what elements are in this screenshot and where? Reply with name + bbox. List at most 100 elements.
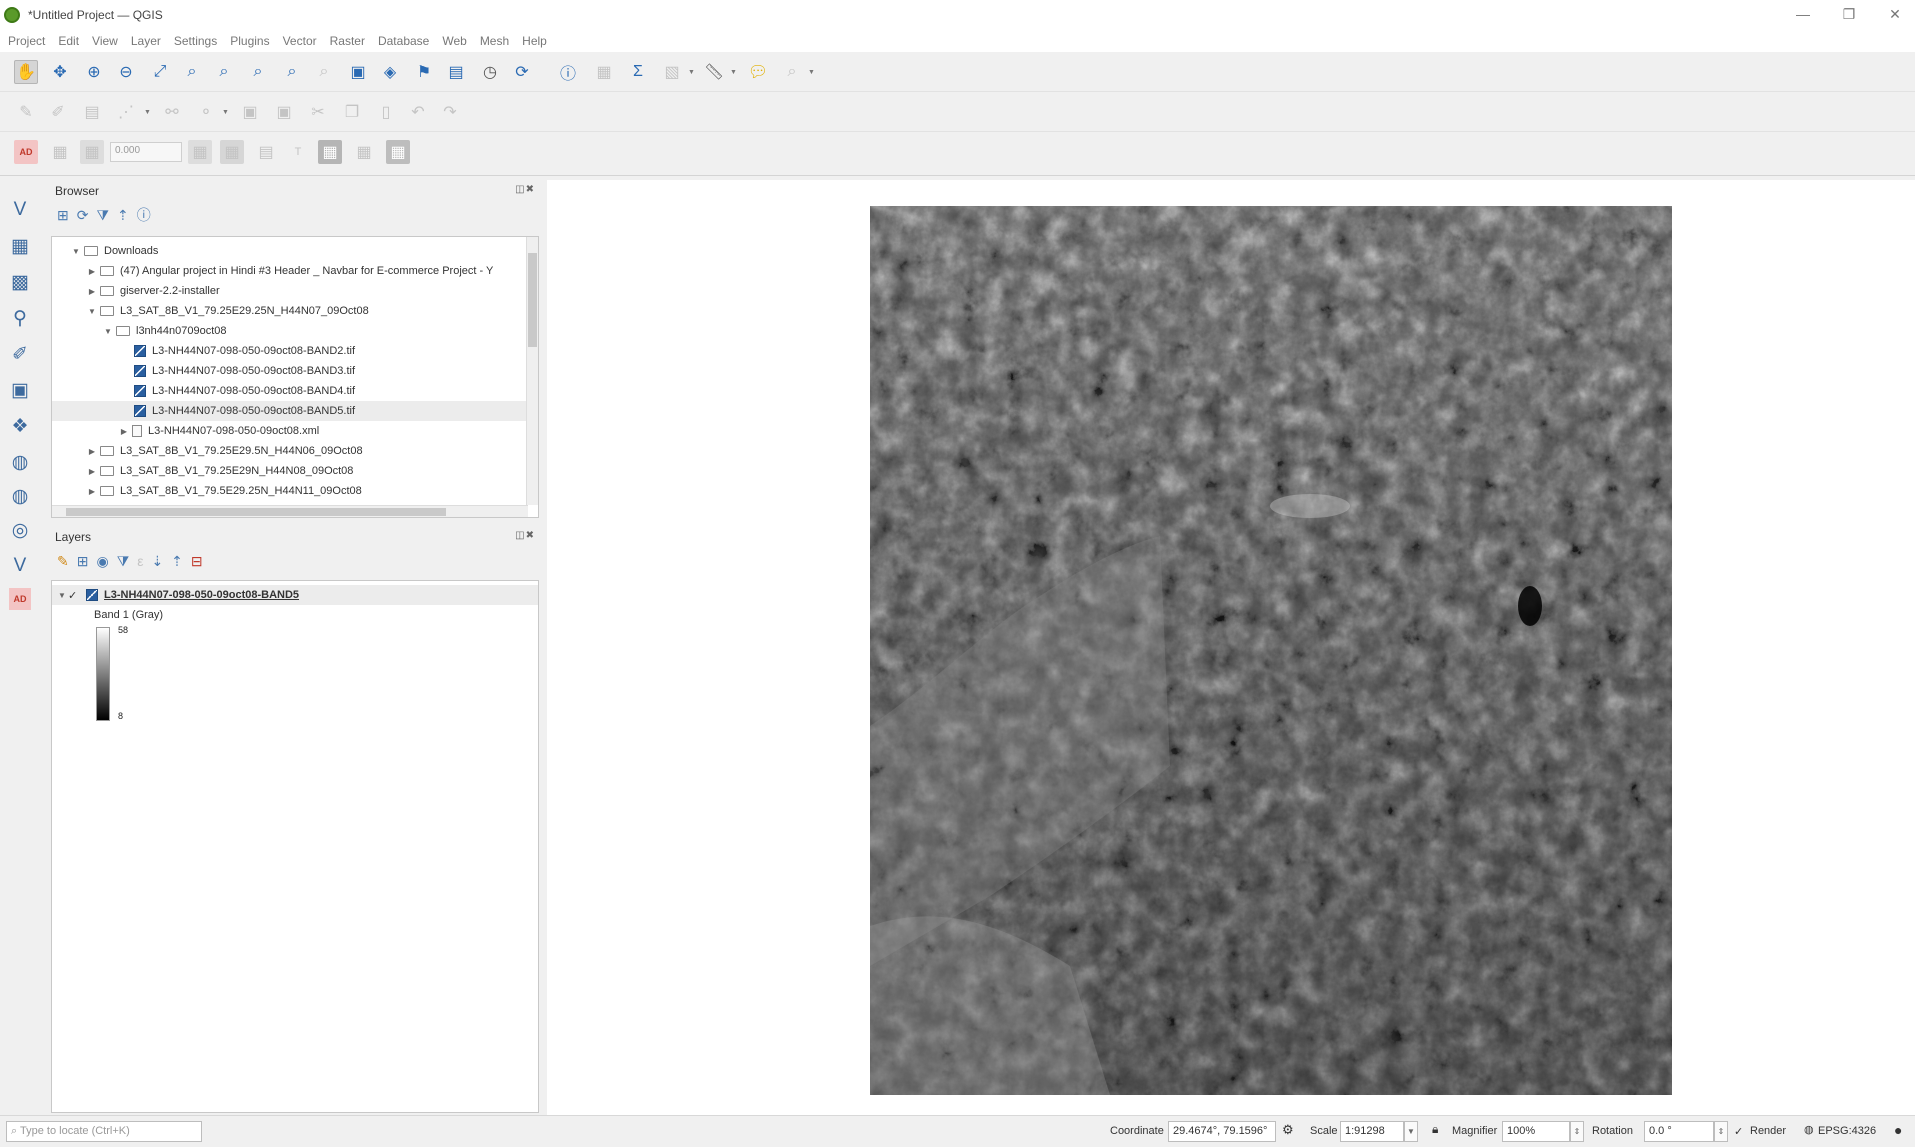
scrollbar-thumb[interactable] — [528, 253, 537, 347]
layer-name[interactable]: L3-NH44N07-098-050-09oct08-BAND5 — [104, 589, 299, 601]
minimize-button[interactable]: — — [1788, 6, 1818, 22]
zoom-rubberband-icon[interactable]: ⤢ — [148, 60, 172, 84]
tree-item-h44n11-folder[interactable]: ▶ L3_SAT_8B_V1_79.5E29.25N_H44N11_09Oct08 — [52, 481, 538, 501]
tree-item-band3[interactable]: L3-NH44N07-098-050-09oct08-BAND3.tif — [52, 361, 538, 381]
chevron-down-icon[interactable]: ▼ — [808, 69, 815, 76]
tree-item-xml-metadata[interactable]: ▶ L3-NH44N07-098-050-09oct08.xml — [52, 421, 538, 441]
layer-visibility-checkbox[interactable]: ✓ — [68, 589, 80, 602]
tree-item-geoserver-installer[interactable]: ▶ giserver-2.2-installer — [52, 281, 538, 301]
crs-globe-icon[interactable]: ◍ — [1804, 1123, 1814, 1136]
add-selected-layers-icon[interactable]: ⊞ — [57, 207, 69, 224]
manage-map-themes-icon[interactable]: ◉ — [96, 553, 108, 570]
menu-raster[interactable]: Raster — [330, 34, 365, 48]
scissors-icon[interactable]: ✂ — [306, 100, 330, 124]
zoom-full-icon[interactable]: ⌕ — [180, 60, 204, 84]
temporal-clock-icon[interactable]: ◷ — [478, 60, 502, 84]
cut-features-icon[interactable]: ▣ — [272, 100, 296, 124]
map-canvas[interactable] — [547, 180, 1915, 1115]
properties-info-icon[interactable]: ⓘ — [137, 205, 151, 225]
lock-scale-icon[interactable]: 🔒︎ — [1432, 1122, 1438, 1137]
menu-view[interactable]: View — [92, 34, 118, 48]
expand-arrow-icon[interactable]: ▼ — [102, 327, 114, 336]
tree-item-h44n06-folder[interactable]: ▶ L3_SAT_8B_V1_79.25E29.5N_H44N06_09Oct08 — [52, 441, 538, 461]
add-delimited-text-icon[interactable]: ⚲ — [6, 304, 34, 332]
snapping-mode-icon[interactable]: ▦ — [80, 140, 104, 164]
messages-icon[interactable]: ● — [1894, 1122, 1902, 1138]
chevron-down-icon[interactable]: ▼ — [688, 69, 695, 76]
undo-icon[interactable]: ↶ — [406, 100, 430, 124]
zoom-in-icon[interactable]: ⊕ — [82, 60, 106, 84]
expand-arrow-icon[interactable]: ▼ — [70, 247, 82, 256]
new-3d-view-icon[interactable]: ◈ — [378, 60, 402, 84]
filter-expression-icon[interactable]: ε — [137, 553, 143, 569]
refresh-icon[interactable]: ⟳ — [77, 207, 89, 224]
expand-all-icon[interactable]: ⇣ — [151, 553, 163, 570]
menu-settings[interactable]: Settings — [174, 34, 217, 48]
filter-icon[interactable]: ⧩ — [96, 207, 109, 224]
chevron-down-icon[interactable]: ▼ — [730, 69, 737, 76]
new-vector-layer-icon[interactable]: V — [6, 196, 34, 224]
menu-web[interactable]: Web — [442, 34, 466, 48]
browser-vertical-scrollbar[interactable] — [526, 237, 538, 505]
menu-project[interactable]: Project — [8, 34, 45, 48]
modify-attributes-icon[interactable]: ⚬ — [194, 100, 218, 124]
crs-button[interactable]: EPSG:4326 — [1818, 1125, 1876, 1137]
add-raster-layer-icon[interactable]: ▦ — [6, 232, 34, 260]
add-postgis-layer-icon[interactable]: ❖ — [6, 412, 34, 440]
close-button[interactable]: ✕ — [1880, 6, 1910, 23]
map-tips-icon[interactable]: 💬︎ — [746, 60, 770, 84]
tree-item-band4[interactable]: L3-NH44N07-098-050-09oct08-BAND4.tif — [52, 381, 538, 401]
attribute-table-icon[interactable]: ▦ — [592, 60, 616, 84]
menu-mesh[interactable]: Mesh — [480, 34, 509, 48]
select-features-icon[interactable]: ▧ — [660, 60, 684, 84]
add-virtual-layer-icon[interactable]: V — [6, 552, 34, 580]
render-checkbox[interactable]: ✓ — [1734, 1125, 1743, 1138]
zoom-out-icon[interactable]: ⊖ — [114, 60, 138, 84]
menu-vector[interactable]: Vector — [283, 34, 317, 48]
paste-features-icon[interactable]: ▯ — [374, 100, 398, 124]
collapse-all-icon[interactable]: ⇡ — [171, 553, 183, 570]
magnifier-field[interactable]: 100% — [1502, 1121, 1570, 1142]
refresh-icon[interactable]: ⟳ — [510, 60, 534, 84]
add-wfs-layer-icon[interactable]: ◍ — [6, 482, 34, 510]
edits-pencil-icon[interactable]: ✎ — [14, 100, 38, 124]
toggle-editing-icon[interactable]: ✐ — [46, 100, 70, 124]
add-mesh-layer-icon[interactable]: ▩ — [6, 268, 34, 296]
snap-settings-icon[interactable]: ▦ — [386, 140, 410, 164]
add-gps-layer-icon[interactable]: ✐ — [6, 340, 34, 368]
chevron-down-icon[interactable]: ▼ — [1404, 1121, 1418, 1142]
copy-features-icon[interactable]: ❐ — [340, 100, 364, 124]
menu-plugins[interactable]: Plugins — [230, 34, 269, 48]
snap-options-icon[interactable]: ▦ — [352, 140, 376, 164]
statistics-sum-icon[interactable]: Σ — [626, 60, 650, 84]
remove-layer-icon[interactable]: ⊟ — [191, 553, 203, 570]
zoom-to-selection-icon[interactable]: ⌕ — [212, 60, 236, 84]
advanced-digitizing-icon[interactable]: AD — [14, 140, 38, 164]
tree-item-h44n07-folder[interactable]: ▼ L3_SAT_8B_V1_79.25E29.25N_H44N07_09Oct0… — [52, 301, 538, 321]
delete-selected-icon[interactable]: ▣ — [238, 100, 262, 124]
expand-arrow-icon[interactable]: ▶ — [118, 427, 130, 436]
browser-horizontal-scrollbar[interactable] — [52, 505, 528, 517]
add-feature-icon[interactable]: ⋰ — [114, 100, 138, 124]
measure-icon[interactable]: 📏︎ — [702, 60, 726, 84]
show-bookmarks-icon[interactable]: ▤ — [444, 60, 468, 84]
zoom-native-icon[interactable]: ⌕ — [280, 60, 304, 84]
snap-intersection-icon[interactable]: ▦ — [220, 140, 244, 164]
snapping-icon[interactable]: ▦ — [48, 140, 72, 164]
identify-icon[interactable]: ⓘ — [556, 60, 580, 84]
tracing-t-label[interactable]: T — [286, 140, 310, 164]
filter-legend-icon[interactable]: ⧩ — [117, 553, 130, 570]
add-group-icon[interactable]: ⊞ — [77, 553, 89, 570]
menu-database[interactable]: Database — [378, 34, 429, 48]
expand-arrow-icon[interactable]: ▶ — [86, 447, 98, 456]
menu-help[interactable]: Help — [522, 34, 547, 48]
chevron-down-icon[interactable]: ▼ — [222, 109, 229, 116]
new-map-view-icon[interactable]: ▣ — [346, 60, 370, 84]
scrollbar-thumb[interactable] — [66, 508, 446, 516]
layer-item-band5[interactable]: ▼ ✓ L3-NH44N07-098-050-09oct08-BAND5 — [52, 585, 538, 605]
expand-arrow-icon[interactable]: ▶ — [86, 467, 98, 476]
add-wcs-layer-icon[interactable]: ◎ — [6, 516, 34, 544]
maximize-button[interactable]: ❐ — [1834, 6, 1864, 23]
add-wms-layer-icon[interactable]: ◍ — [6, 448, 34, 476]
rotation-spinner[interactable]: ⇕ — [1714, 1121, 1728, 1142]
